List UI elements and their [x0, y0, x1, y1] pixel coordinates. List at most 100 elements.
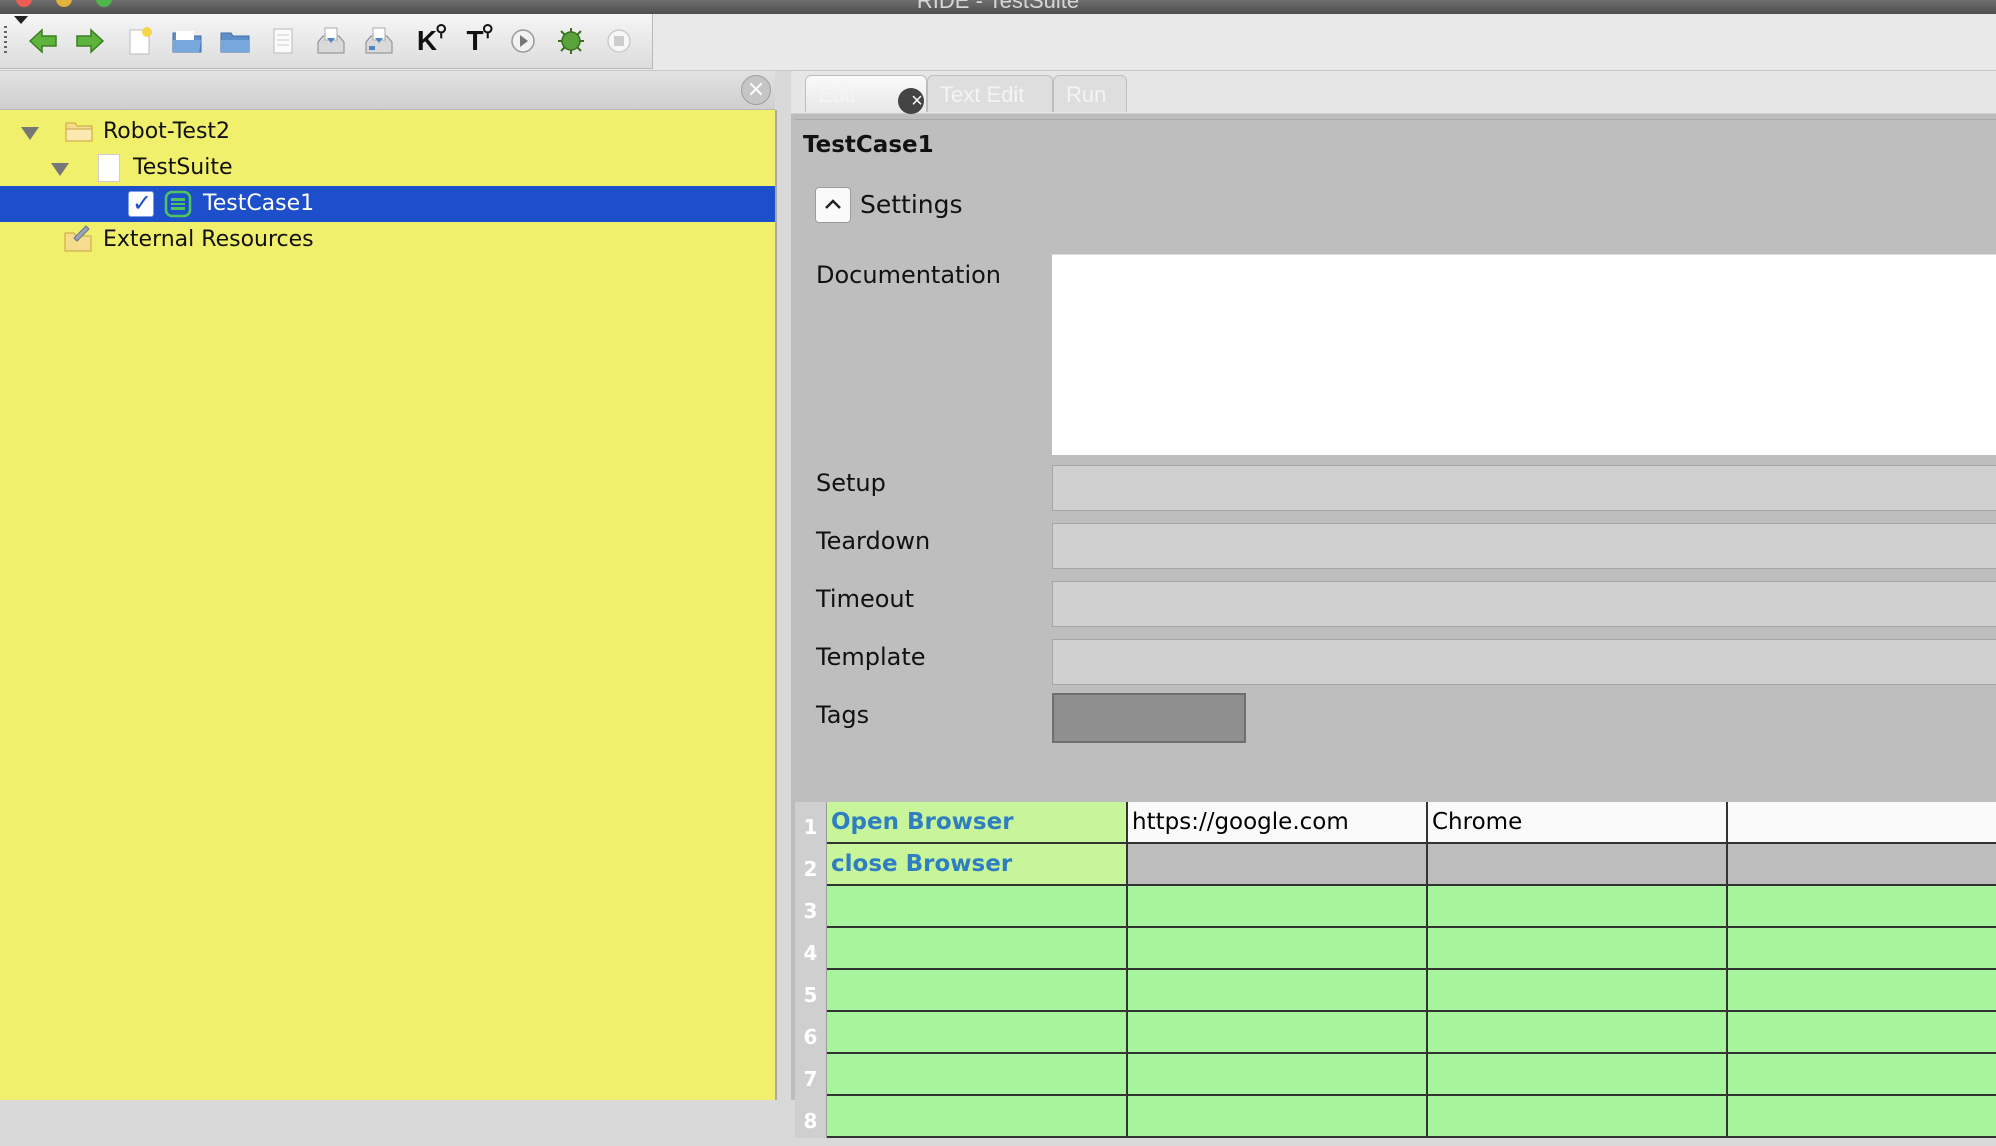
row-number[interactable]: 4 — [795, 928, 827, 970]
documentation-field[interactable] — [1052, 254, 1996, 455]
table-row: 1 Open Browser https://google.com Chrome — [795, 802, 1996, 844]
chevron-up-icon — [825, 199, 841, 209]
row-number[interactable]: 1 — [795, 802, 827, 844]
settings-collapse-button[interactable] — [815, 187, 851, 223]
window-title-bar: RIDE - TestSuite — [0, 0, 1996, 14]
test-checkbox[interactable] — [128, 189, 154, 217]
open-directory-button[interactable] — [216, 24, 254, 58]
editor-tabbar: Edit × Text Edit Run — [791, 71, 1996, 114]
tree-item-external-resources[interactable]: External Resources — [0, 222, 775, 258]
table-cell[interactable] — [827, 1096, 1128, 1138]
close-panel-icon[interactable]: × — [741, 75, 771, 105]
table-cell[interactable]: close Browser — [827, 844, 1128, 886]
save-all-button[interactable] — [360, 24, 398, 58]
table-cell[interactable] — [1128, 844, 1428, 886]
table-cell[interactable]: Open Browser — [827, 802, 1128, 844]
table-cell[interactable] — [1728, 886, 1996, 928]
tree-item-testcase1[interactable]: TestCase1 — [0, 186, 775, 222]
tags-field[interactable] — [1052, 693, 1246, 743]
table-cell[interactable] — [1428, 1012, 1728, 1054]
search-tests-button[interactable]: T ⚲ — [456, 23, 494, 58]
table-cell[interactable]: Chrome — [1428, 802, 1728, 844]
tab-text-edit[interactable]: Text Edit — [927, 75, 1053, 112]
settings-label: Settings — [860, 190, 963, 219]
table-row: 4 — [795, 928, 1996, 970]
run-button[interactable] — [504, 24, 542, 58]
table-cell[interactable]: https://google.com — [1128, 802, 1428, 844]
expand-triangle-icon[interactable] — [51, 163, 69, 176]
template-field[interactable] — [1052, 639, 1996, 685]
tree-item-label: External Resources — [103, 227, 314, 252]
folder-icon — [65, 122, 93, 142]
table-cell[interactable] — [1128, 1096, 1428, 1138]
table-cell[interactable] — [1428, 928, 1728, 970]
tree-item-testsuite[interactable]: TestSuite — [0, 150, 775, 186]
table-cell[interactable] — [1428, 970, 1728, 1012]
back-button[interactable] — [24, 24, 62, 58]
new-file-icon — [129, 27, 152, 55]
open-resource-button[interactable] — [264, 24, 302, 58]
table-cell[interactable] — [1128, 928, 1428, 970]
save-icon — [317, 27, 345, 54]
table-cell[interactable] — [827, 1054, 1128, 1096]
bug-icon — [558, 28, 584, 54]
open-test-suite-button[interactable] — [168, 24, 206, 58]
row-number[interactable]: 6 — [795, 1012, 827, 1054]
document-icon — [273, 28, 293, 54]
table-cell[interactable] — [1428, 1096, 1728, 1138]
row-number[interactable]: 2 — [795, 844, 827, 886]
table-cell[interactable] — [1428, 886, 1728, 928]
table-cell[interactable] — [1728, 1012, 1996, 1054]
table-cell[interactable] — [1128, 1012, 1428, 1054]
tree-item-label: Robot-Test2 — [103, 119, 231, 144]
robot-test-icon — [164, 190, 192, 218]
table-cell[interactable] — [1728, 928, 1996, 970]
search-keywords-button[interactable]: K ⚲ — [408, 23, 448, 58]
save-button[interactable] — [312, 24, 350, 58]
table-cell[interactable] — [1728, 1096, 1996, 1138]
debug-button[interactable] — [552, 24, 590, 58]
save-all-icon — [365, 27, 393, 54]
row-number[interactable]: 8 — [795, 1096, 827, 1138]
search-keywords-icon: K ⚲ — [416, 23, 448, 56]
table-cell[interactable] — [1128, 970, 1428, 1012]
row-number[interactable]: 3 — [795, 886, 827, 928]
table-cell[interactable] — [1128, 1054, 1428, 1096]
expand-triangle-icon[interactable] — [21, 127, 39, 140]
table-cell[interactable] — [1728, 1054, 1996, 1096]
tree-panel-header: × — [0, 71, 775, 110]
table-cell[interactable] — [1128, 886, 1428, 928]
tab-label: Text Edit — [940, 82, 1025, 107]
row-number[interactable]: 5 — [795, 970, 827, 1012]
window-title: RIDE - TestSuite — [916, 0, 1080, 13]
stop-button[interactable] — [600, 24, 638, 58]
table-row: 8 — [795, 1096, 1996, 1138]
toolbar-menu-chevron-icon[interactable] — [14, 16, 28, 24]
table-cell[interactable] — [1428, 844, 1728, 886]
table-cell[interactable] — [1728, 970, 1996, 1012]
row-number[interactable]: 7 — [795, 1054, 827, 1096]
table-cell[interactable] — [1728, 802, 1996, 844]
arrow-right-icon — [76, 28, 105, 54]
documentation-label: Documentation — [816, 261, 1002, 289]
tab-edit[interactable]: Edit × — [805, 75, 927, 114]
table-cell[interactable] — [1728, 844, 1996, 886]
table-cell[interactable] — [827, 928, 1128, 970]
table-cell[interactable] — [1428, 1054, 1728, 1096]
setup-field[interactable] — [1052, 465, 1996, 511]
editor-panel: Edit × Text Edit Run TestCase1 Settings … — [791, 71, 1996, 1138]
tree-item-robot-test2[interactable]: Robot-Test2 — [0, 114, 775, 150]
table-cell[interactable] — [827, 1012, 1128, 1054]
play-icon — [511, 29, 535, 53]
new-project-button[interactable] — [121, 24, 159, 58]
table-cell[interactable] — [827, 886, 1128, 928]
teardown-field[interactable] — [1052, 523, 1996, 569]
close-tab-icon[interactable]: × — [898, 88, 924, 114]
tab-label: Run — [1066, 82, 1107, 107]
timeout-field[interactable] — [1052, 581, 1996, 627]
forward-button[interactable] — [71, 24, 109, 58]
toolbar-grip[interactable] — [4, 26, 7, 56]
tab-run[interactable]: Run — [1053, 75, 1127, 112]
table-row: 7 — [795, 1054, 1996, 1096]
table-cell[interactable] — [827, 970, 1128, 1012]
